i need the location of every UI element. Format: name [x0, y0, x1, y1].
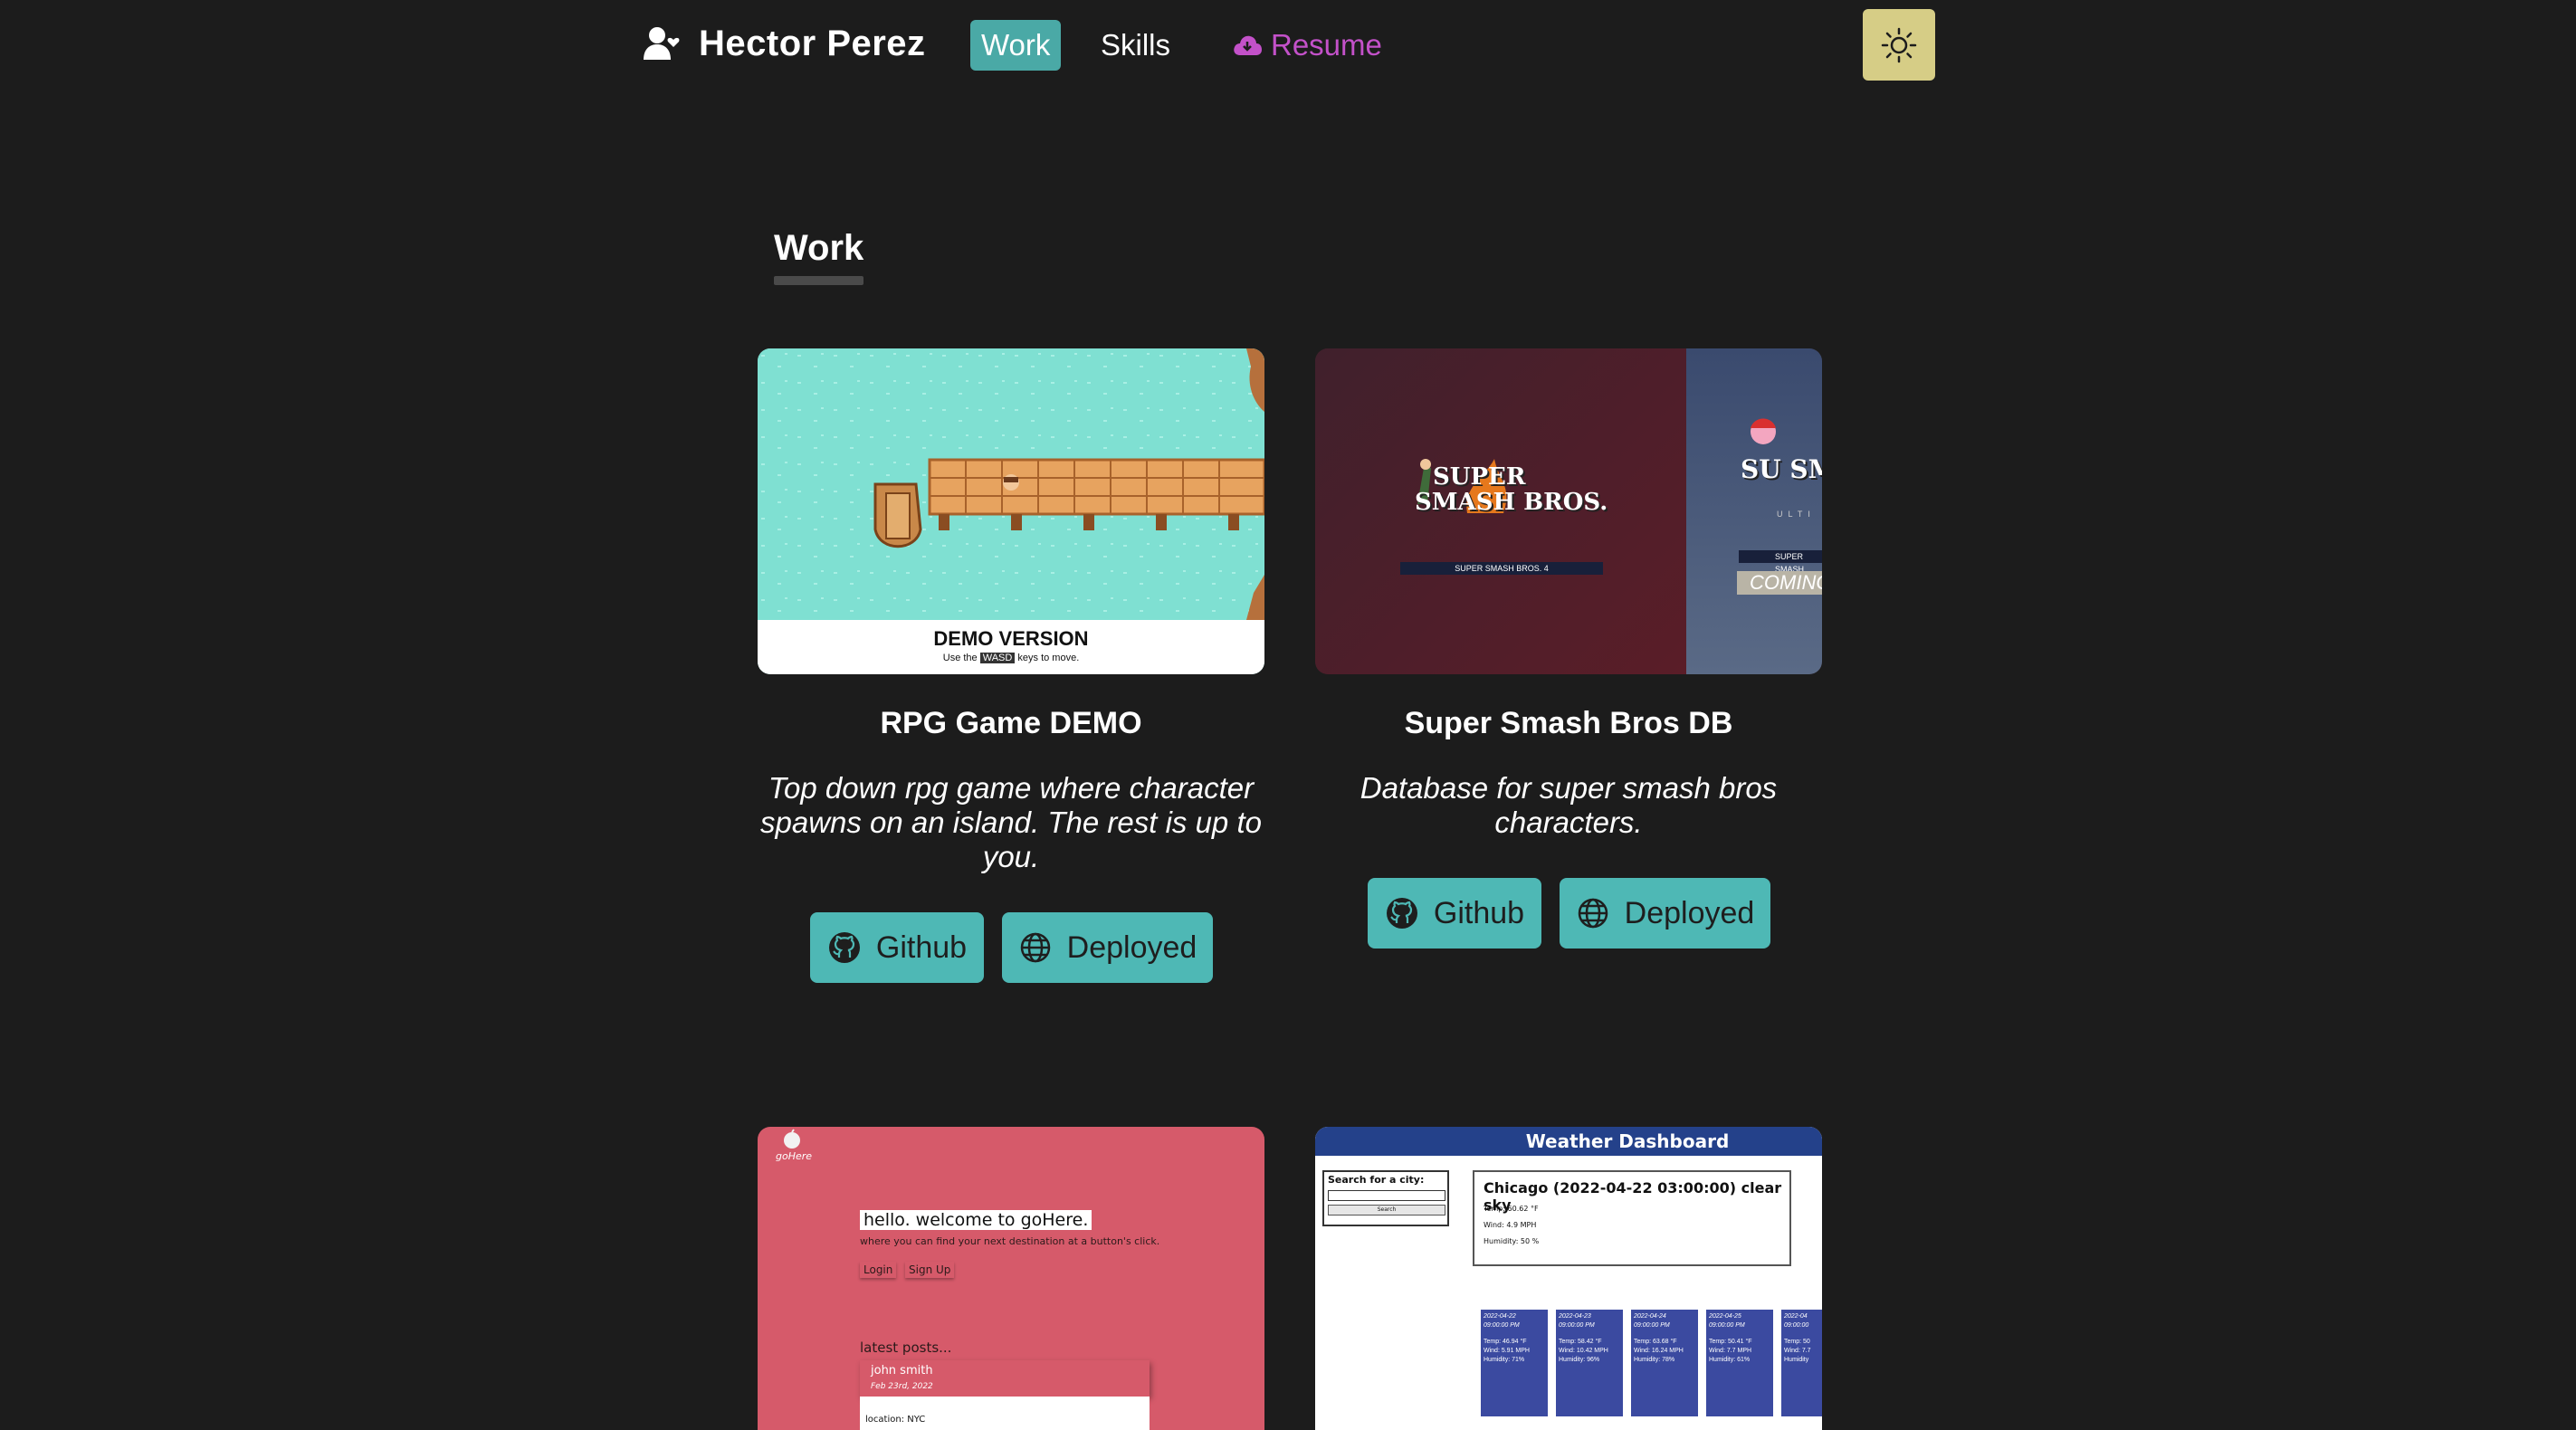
github-icon: [1386, 898, 1417, 929]
forecast-day-card: 2022-04-24 09:00:00 PM Temp: 63.68 °F Wi…: [1631, 1310, 1698, 1416]
weather-current-humidity: Humidity: 50 %: [1484, 1237, 1540, 1245]
gohere-logo-text: goHere: [776, 1150, 813, 1162]
gohere-project-image[interactable]: goHere hello. welcome to goHere. where y…: [758, 1127, 1264, 1430]
nav-resume-label: Resume: [1271, 28, 1382, 62]
forecast-temp: Temp: 58.42 °F: [1559, 1339, 1602, 1345]
weather-search-button: Search: [1328, 1205, 1445, 1216]
sun-icon: [1881, 27, 1917, 62]
forecast-time: 09:00:00 PM: [1484, 1322, 1520, 1329]
rpg-github-button[interactable]: Github: [810, 912, 984, 983]
rpg-github-label: Github: [875, 930, 968, 965]
brand[interactable]: Hector Perez: [643, 18, 926, 69]
forecast-wind: Wind: 5.91 MPH: [1484, 1348, 1530, 1354]
forecast-time: 09:00:00: [1784, 1322, 1809, 1329]
project-title-smash: Super Smash Bros DB: [1404, 706, 1733, 740]
nav-resume-link[interactable]: Resume: [1222, 20, 1393, 71]
forecast-humidity: Humidity: [1784, 1357, 1809, 1363]
kirby-graphic: [1751, 418, 1776, 444]
smash-coming-badge: COMING: [1737, 571, 1822, 595]
forecast-time: 09:00:00 PM: [1559, 1322, 1595, 1329]
weather-project-image[interactable]: Weather Dashboard Search for a city: Sea…: [1315, 1127, 1822, 1430]
smash-logo-line2: SMASH BROS.: [1415, 489, 1608, 516]
gohere-post-header: john smith Feb 23rd, 2022: [860, 1360, 1150, 1397]
gohere-welcome: hello. welcome to goHere.: [860, 1210, 1092, 1230]
cloud-download-icon: [1234, 35, 1262, 55]
forecast-humidity: Humidity: 61%: [1709, 1357, 1751, 1363]
gohere-tagline: where you can find your next destination…: [860, 1235, 1160, 1247]
forecast-temp: Temp: 63.68 °F: [1634, 1339, 1677, 1345]
weather-current-panel: Chicago (2022-04-22 03:00:00) clear sky …: [1473, 1170, 1791, 1266]
forecast-date: 2022-04-22: [1484, 1313, 1516, 1320]
forecast-wind: Wind: 7.7: [1784, 1348, 1811, 1354]
section-underline: [774, 276, 863, 285]
globe-icon: [1020, 932, 1050, 963]
smash-ulti: ULTI: [1777, 510, 1816, 519]
rpg-hint: Use the WASD keys to move.: [758, 653, 1264, 663]
weather-search-panel: Search for a city: Search: [1322, 1170, 1449, 1226]
smash-logo-2: SU SMAS: [1741, 457, 1822, 482]
rpg-demo-banner: DEMO VERSION: [933, 627, 1089, 650]
weather-search-input: [1328, 1190, 1445, 1201]
smash-logo-line1: SUPER: [1433, 463, 1526, 491]
forecast-day-card: 2022-04-25 09:00:00 PM Temp: 50.41 °F Wi…: [1706, 1310, 1773, 1416]
forecast-date: 2022-04-23: [1559, 1313, 1591, 1320]
forecast-time: 09:00:00 PM: [1634, 1322, 1670, 1329]
rpg-project-image[interactable]: DEMO VERSION Use the WASD keys to move.: [758, 348, 1264, 674]
weather-search-label: Search for a city:: [1328, 1174, 1425, 1186]
forecast-wind: Wind: 7.7 MPH: [1709, 1348, 1752, 1354]
smash-github-button[interactable]: Github: [1368, 878, 1541, 949]
gohere-post-author: john smith: [871, 1364, 933, 1378]
nav-work-link[interactable]: Work: [970, 20, 1062, 71]
rpg-deployed-button[interactable]: Deployed: [1002, 912, 1213, 983]
smash-deployed-label: Deployed: [1624, 895, 1755, 930]
forecast-wind: Wind: 16.24 MPH: [1634, 1348, 1684, 1354]
gohere-logo-icon: [784, 1129, 800, 1149]
rpg-deployed-label: Deployed: [1066, 930, 1197, 965]
user-heart-icon: [644, 27, 680, 60]
gohere-latest-posts: latest posts...: [860, 1339, 952, 1356]
rpg-hint-suffix: keys to move.: [1017, 653, 1080, 663]
github-icon: [828, 932, 860, 963]
rpg-hint-prefix: Use the: [942, 653, 978, 663]
forecast-day-card: 2022-04-23 09:00:00 PM Temp: 58.42 °F Wi…: [1556, 1310, 1623, 1416]
gohere-post-date: Feb 23rd, 2022: [871, 1382, 933, 1391]
forecast-time: 09:00:00 PM: [1709, 1322, 1745, 1329]
project-desc-smash: Database for super smash bros characters…: [1360, 771, 1778, 839]
forecast-date: 2022-04-25: [1709, 1313, 1741, 1320]
forecast-temp: Temp: 46.94 °F: [1484, 1339, 1527, 1345]
section-title: Work: [774, 228, 864, 268]
forecast-day-card: 2022-04-22 09:00:00 PM Temp: 46.94 °F Wi…: [1481, 1310, 1548, 1416]
gohere-login-button: Login: [860, 1262, 896, 1278]
weather-current-temp: Temp: 60.62 °F: [1484, 1205, 1539, 1213]
brand-name: Hector Perez: [699, 23, 926, 63]
forecast-temp: Temp: 50.41 °F: [1709, 1339, 1752, 1345]
project-desc-rpg: Top down rpg game where character spawns…: [760, 771, 1262, 873]
forecast-day-card: 2022-04 09:00:00 Temp: 50 Wind: 7.7 Humi…: [1781, 1310, 1822, 1416]
nav-skills-link[interactable]: Skills: [1090, 20, 1181, 71]
smash-deployed-button[interactable]: Deployed: [1560, 878, 1770, 949]
forecast-wind: Wind: 10.42 MPH: [1559, 1348, 1608, 1354]
rpg-hint-keys: WASD: [979, 653, 1016, 663]
smash-title-bar-2: SUPER SMASH: [1739, 550, 1822, 574]
forecast-humidity: Humidity: 78%: [1634, 1357, 1675, 1363]
smash-github-label: Github: [1433, 895, 1525, 930]
theme-toggle-button[interactable]: [1863, 9, 1935, 81]
rpg-scene-illustration: [758, 348, 1264, 620]
weather-current-wind: Wind: 4.9 MPH: [1484, 1221, 1537, 1229]
forecast-temp: Temp: 50: [1784, 1339, 1810, 1345]
gohere-post-body: location: NYC: [860, 1397, 1150, 1430]
forecast-date: 2022-04-24: [1634, 1313, 1666, 1320]
forecast-humidity: Humidity: 96%: [1559, 1357, 1600, 1363]
gohere-signup-button: Sign Up: [905, 1262, 954, 1278]
smash-logo: SUPER SMASH BROS.: [1415, 464, 1608, 515]
smash-title-bar: SUPER SMASH BROS. 4: [1400, 562, 1603, 575]
forecast-humidity: Humidity: 71%: [1484, 1357, 1525, 1363]
globe-icon: [1578, 898, 1608, 929]
forecast-date: 2022-04: [1784, 1313, 1808, 1320]
weather-header: Weather Dashboard: [1315, 1127, 1822, 1156]
top-nav: Hector Perez Work Skills Resume: [0, 0, 2576, 91]
smash-project-image[interactable]: SUPER SMASH BROS. SUPER SMASH BROS. 4 SU…: [1315, 348, 1822, 674]
project-title-rpg: RPG Game DEMO: [880, 706, 1142, 740]
gohere-post-location: location: NYC: [865, 1415, 926, 1425]
